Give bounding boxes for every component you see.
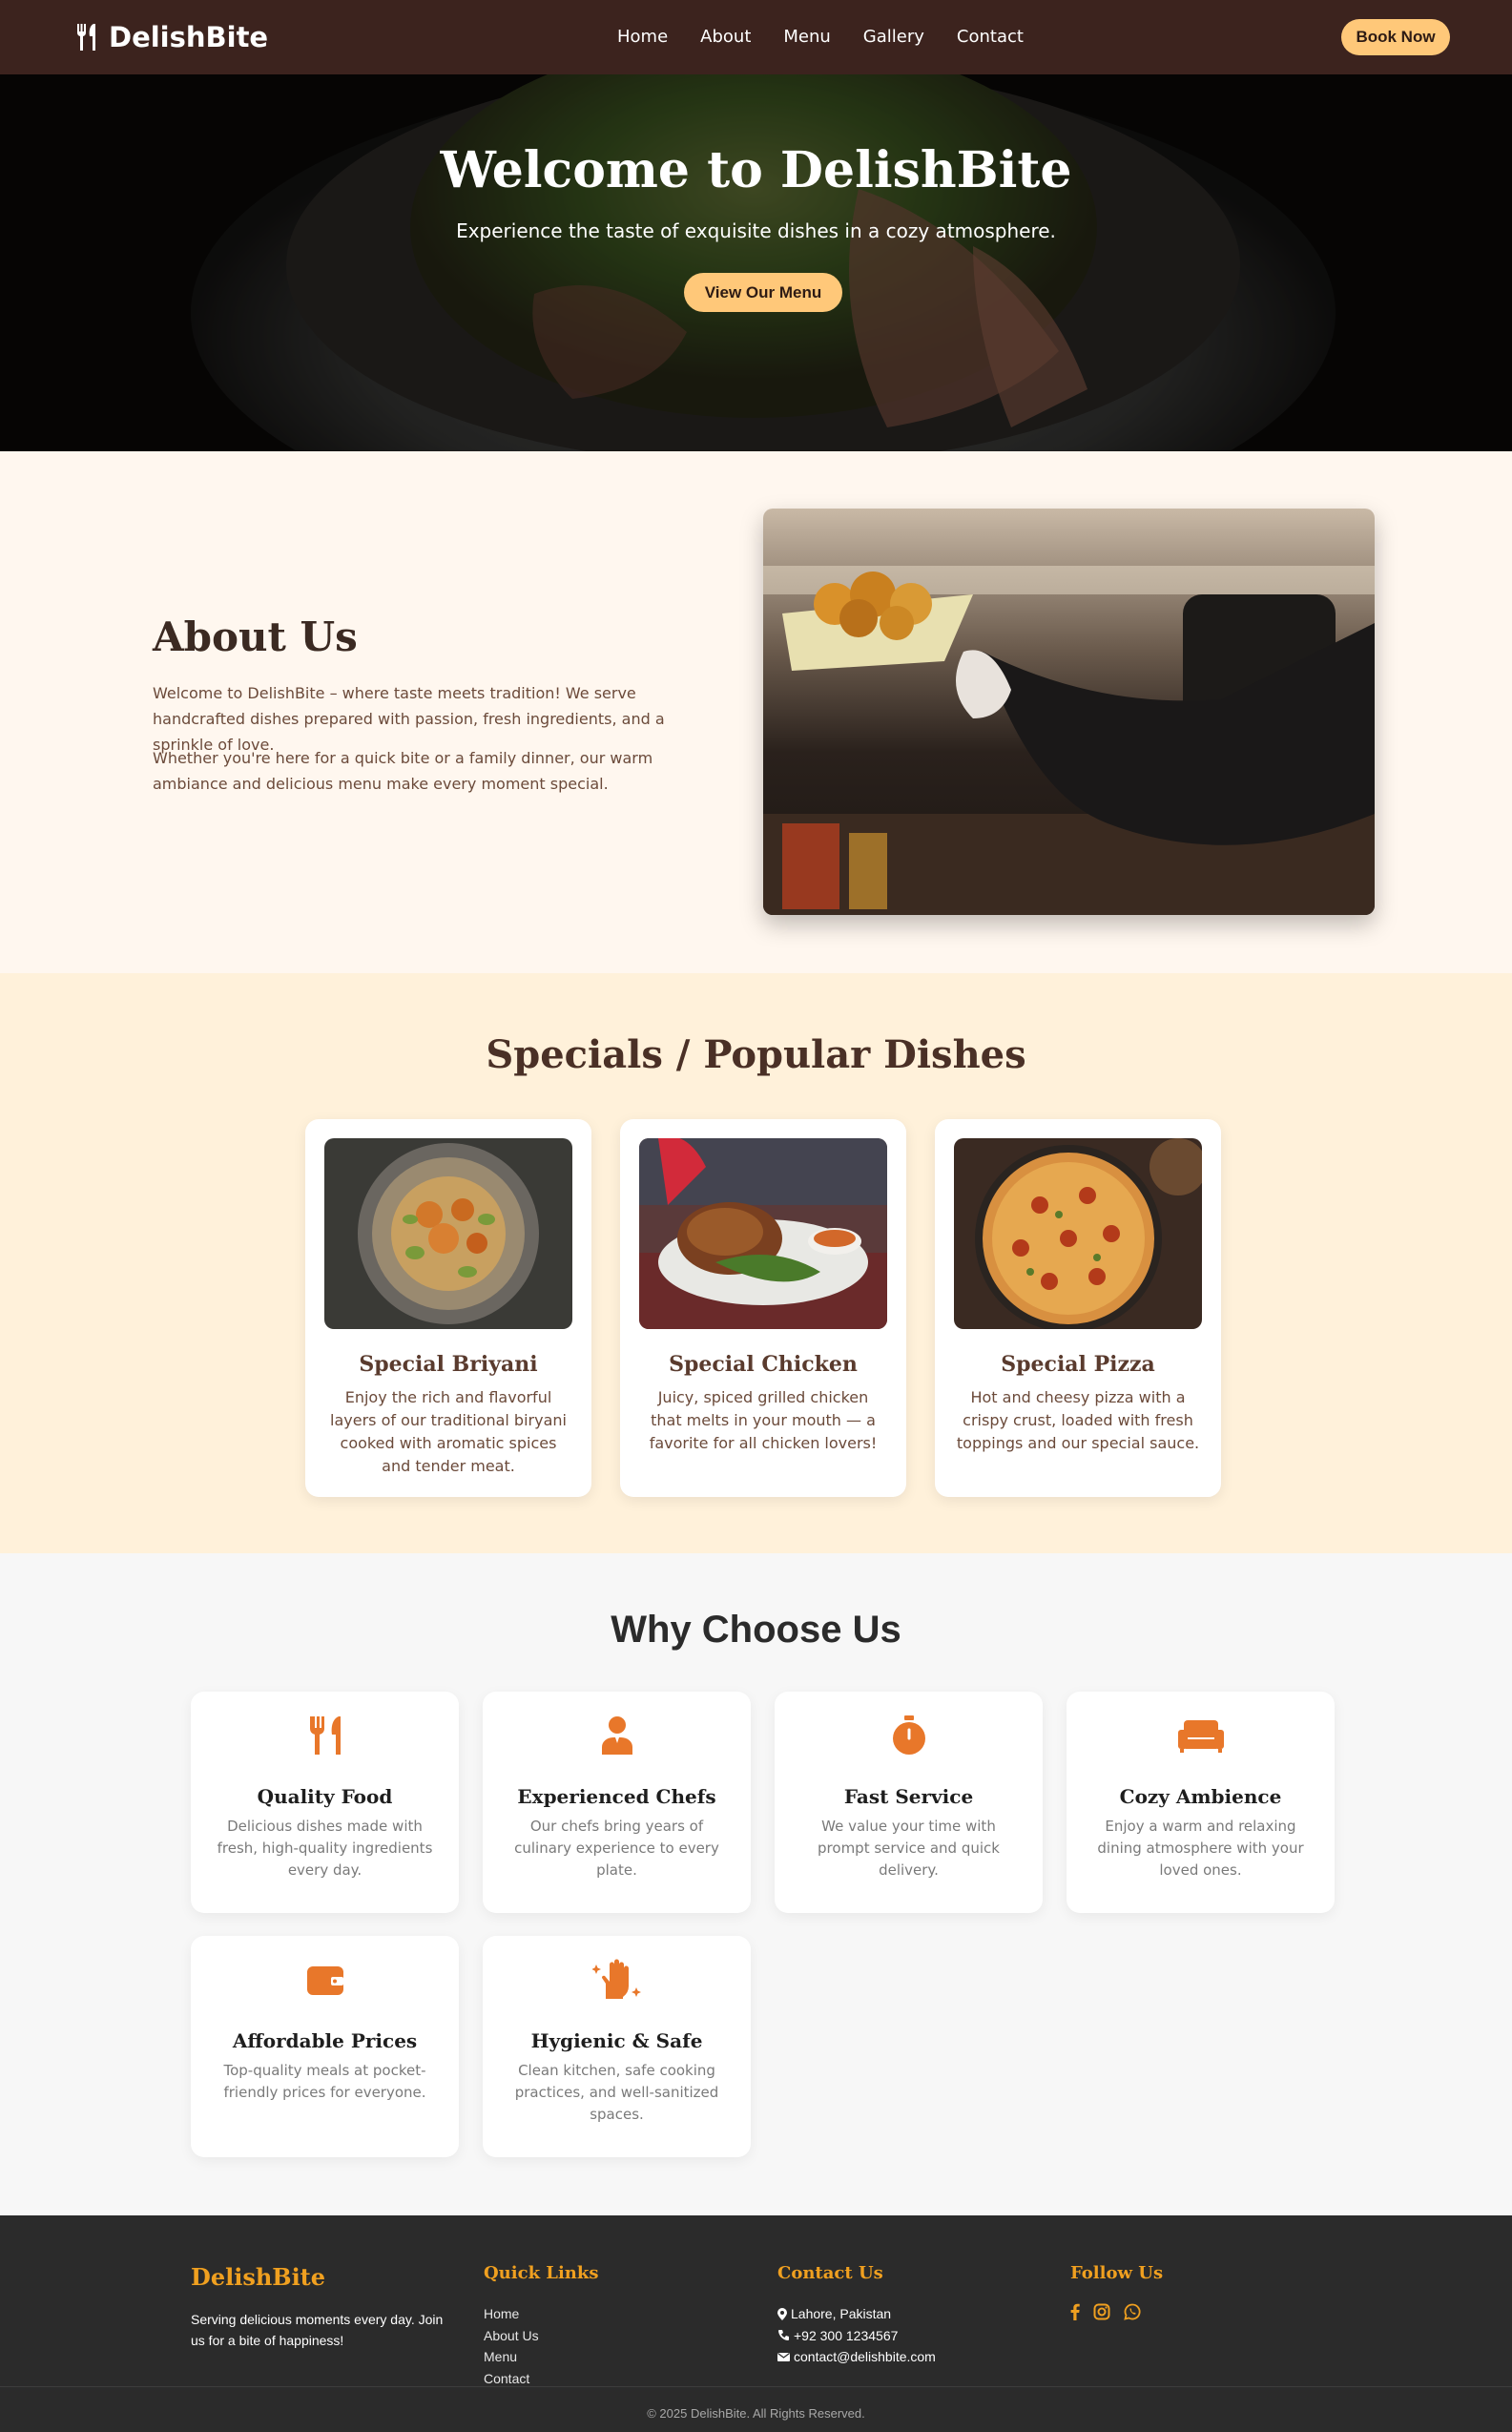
envelope-icon <box>777 2352 790 2361</box>
nav-link-home[interactable]: Home <box>617 27 668 47</box>
feature-title: Fast Service <box>843 1785 974 1808</box>
utensils-icon <box>309 1716 341 1755</box>
contact-address: Lahore, Pakistan <box>777 2303 936 2325</box>
map-pin-icon <box>777 2307 787 2320</box>
contact-email[interactable]: contact@delishbite.com <box>777 2346 936 2368</box>
nav-link-menu[interactable]: Menu <box>783 27 830 47</box>
dish-name: Special Briyani <box>359 1352 538 1377</box>
feature-description: Top-quality meals at pocket-friendly pri… <box>223 2062 426 2101</box>
contact-info: Lahore, Pakistan +92 300 1234567 contact… <box>777 2303 936 2368</box>
dish-description: Hot and cheesy pizza with a crispy crust… <box>956 1388 1200 1452</box>
feature-description: Clean kitchen, safe cooking practices, a… <box>514 2062 719 2123</box>
specials-title: Specials / Popular Dishes <box>486 1032 1026 1077</box>
contact-heading: Contact Us <box>777 2263 883 2283</box>
feature-card: Affordable Prices Top-quality meals at p… <box>191 1936 459 2157</box>
footer-link-home[interactable]: Home <box>484 2303 539 2325</box>
nav-links: Home About Menu Gallery Contact <box>617 27 1056 47</box>
footer-brand: DelishBite <box>191 2263 326 2291</box>
footer-tagline: Serving delicious moments every day. Joi… <box>191 2312 444 2348</box>
facebook-icon[interactable] <box>1070 2303 1080 2320</box>
why-title: Why Choose Us <box>611 1609 901 1651</box>
couch-icon <box>1177 1720 1224 1753</box>
view-menu-button[interactable]: View Our Menu <box>684 273 842 312</box>
navbar: DelishBite Home About Menu Gallery Conta… <box>0 0 1512 74</box>
wallet-icon <box>306 1966 343 1995</box>
feature-description: Our chefs bring years of culinary experi… <box>514 1818 719 1879</box>
dish-card[interactable]: Special Chicken Juicy, spiced grilled ch… <box>620 1119 906 1497</box>
clean-hands-icon <box>591 1959 641 1999</box>
dish-image-briyani <box>324 1138 572 1329</box>
nav-link-gallery[interactable]: Gallery <box>863 27 924 47</box>
about-section: About Us Welcome to DelishBite – where t… <box>0 451 1512 973</box>
book-now-button[interactable]: Book Now <box>1341 19 1450 55</box>
stopwatch-icon <box>892 1715 925 1755</box>
dish-card[interactable]: Special Briyani Enjoy the rich and flavo… <box>305 1119 591 1497</box>
about-paragraph-2: Whether you're here for a quick bite or … <box>153 749 653 793</box>
whatsapp-icon[interactable] <box>1124 2303 1141 2320</box>
contact-phone[interactable]: +92 300 1234567 <box>777 2325 936 2347</box>
footer-link-menu[interactable]: Menu <box>484 2346 539 2368</box>
hero-title: Welcome to DelishBite <box>440 141 1072 199</box>
hero-subtitle: Experience the taste of exquisite dishes… <box>456 219 1056 242</box>
quick-links-heading: Quick Links <box>484 2263 599 2283</box>
feature-description: We value your time with prompt service a… <box>818 1818 1000 1879</box>
dish-name: Special Chicken <box>669 1352 858 1377</box>
feature-description: Delicious dishes made with fresh, high-q… <box>217 1818 433 1879</box>
follow-heading: Follow Us <box>1070 2263 1164 2283</box>
feature-title: Affordable Prices <box>232 2029 418 2052</box>
utensils-icon <box>76 24 95 51</box>
hero-section: Welcome to DelishBite Experience the tas… <box>0 74 1512 451</box>
footer-link-about[interactable]: About Us <box>484 2325 539 2347</box>
hero-background-image <box>0 74 1512 451</box>
feature-card: Hygienic & Safe Clean kitchen, safe cook… <box>483 1936 751 2157</box>
why-choose-us-section: Why Choose Us Quality Food Delicious dis… <box>0 1553 1512 2215</box>
phone-icon <box>778 2330 789 2341</box>
dish-image-pizza <box>954 1138 1202 1329</box>
dish-description: Enjoy the rich and flavorful layers of o… <box>330 1388 567 1475</box>
feature-card: Experienced Chefs Our chefs bring years … <box>483 1692 751 1913</box>
nav-link-contact[interactable]: Contact <box>957 27 1024 47</box>
quick-links: Home About Us Menu Contact <box>484 2303 539 2389</box>
nav-link-about[interactable]: About <box>700 27 751 47</box>
chef-icon <box>601 1716 632 1755</box>
about-title: About Us <box>153 613 358 660</box>
dish-name: Special Pizza <box>1001 1352 1155 1377</box>
brand-logo[interactable]: DelishBite <box>74 21 268 53</box>
feature-card: Fast Service We value your time with pro… <box>775 1692 1043 1913</box>
brand-name: DelishBite <box>109 21 269 53</box>
copyright: © 2025 DelishBite. All Rights Reserved. <box>647 2406 865 2421</box>
feature-title: Quality Food <box>257 1785 393 1808</box>
feature-card: Cozy Ambience Enjoy a warm and relaxing … <box>1067 1692 1335 1913</box>
dish-description: Juicy, spiced grilled chicken that melts… <box>649 1388 878 1452</box>
footer-divider <box>0 2386 1512 2387</box>
specials-section: Specials / Popular Dishes Special Briyan… <box>0 973 1512 1553</box>
feature-title: Hygienic & Safe <box>530 2029 703 2052</box>
dish-image-chicken <box>639 1138 887 1329</box>
dish-card[interactable]: Special Pizza Hot and cheesy pizza with … <box>935 1119 1221 1497</box>
feature-title: Cozy Ambience <box>1119 1785 1282 1808</box>
social-links <box>1070 2303 1141 2320</box>
about-image <box>763 509 1375 915</box>
feature-title: Experienced Chefs <box>517 1785 716 1808</box>
footer: DelishBite Serving delicious moments eve… <box>0 2215 1512 2432</box>
feature-card: Quality Food Delicious dishes made with … <box>191 1692 459 1913</box>
feature-description: Enjoy a warm and relaxing dining atmosph… <box>1097 1818 1304 1879</box>
instagram-icon[interactable] <box>1093 2303 1110 2320</box>
